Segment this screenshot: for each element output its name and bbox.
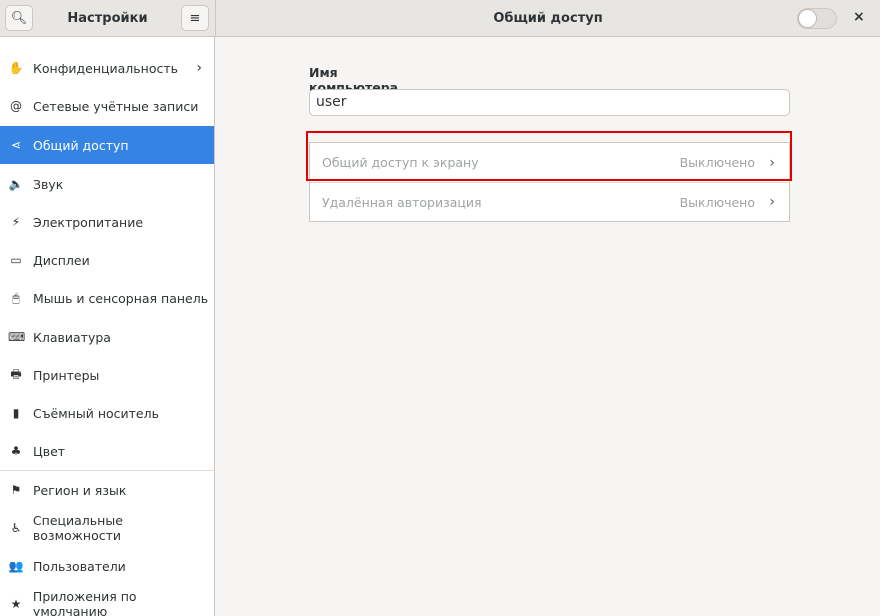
- sidebar-item-label: Приложения по умолчанию: [33, 589, 214, 616]
- sidebar-icon: ▮: [8, 406, 24, 420]
- sharing-toggle[interactable]: [797, 8, 837, 29]
- sidebar-item[interactable]: ♿ Специальные возможности: [0, 509, 214, 547]
- sidebar-item[interactable]: 🖶 Принтеры: [0, 356, 214, 394]
- page-title: Общий доступ: [216, 0, 880, 37]
- sidebar-item-label: Мышь и сенсорная панель: [33, 291, 208, 306]
- sidebar-item[interactable]: 👥 Пользователи: [0, 547, 214, 585]
- sidebar-item-label: Регион и язык: [33, 483, 126, 498]
- sidebar-icon: ⋖: [8, 138, 24, 152]
- sidebar-icon: ✋: [8, 61, 24, 75]
- sidebar-item[interactable]: ★ Приложения по умолчанию: [0, 585, 214, 616]
- sidebar-item[interactable]: 🖱 Мышь и сенсорная панель: [0, 279, 214, 317]
- sidebar-icon: ★: [8, 597, 24, 611]
- sidebar-item[interactable]: @ Сетевые учётные записи: [0, 87, 214, 125]
- computer-name-input[interactable]: user: [309, 89, 790, 116]
- sidebar-item[interactable]: ⚡ Электропитание: [0, 203, 214, 241]
- sidebar-item-label: Принтеры: [33, 368, 99, 383]
- row-status: Выключено: [680, 195, 755, 210]
- sidebar-icon: 🔈: [8, 177, 24, 191]
- search-button[interactable]: 🔍︎: [5, 5, 33, 31]
- sidebar-icon: ⚡: [8, 215, 24, 229]
- menu-icon: ≡: [190, 11, 201, 26]
- sidebar-item[interactable]: ⋖ Общий доступ: [0, 126, 214, 164]
- sidebar-icon: ⚑: [8, 483, 24, 497]
- sidebar-item[interactable]: ⌨ Клавиатура: [0, 318, 214, 356]
- sidebar-item-label: Пользователи: [33, 559, 126, 574]
- search-icon: 🔍︎: [11, 11, 28, 26]
- sidebar-item-label: Специальные возможности: [33, 513, 214, 543]
- sidebar-item-label: Клавиатура: [33, 330, 111, 345]
- sidebar-icon: 🖶: [8, 365, 24, 386]
- header-bar: 🔍︎ Настройки ≡ Общий доступ ×: [0, 0, 880, 37]
- sidebar: ✋ Конфиденциальность › @ Сетевые учётные зап…: [0, 37, 215, 616]
- sidebar-icon: @: [8, 99, 24, 113]
- close-button[interactable]: ×: [853, 9, 865, 25]
- remote-login-row[interactable]: Удалённая авторизация Выключено ›: [310, 182, 789, 221]
- sidebar-icon: ♣: [8, 444, 24, 458]
- sidebar-item-label: Конфиденциальность: [33, 61, 178, 76]
- sidebar-icon: 👥: [8, 559, 24, 573]
- sidebar-item[interactable]: 🔈 Звук: [0, 165, 214, 203]
- sidebar-item[interactable]: ▭ Дисплеи: [0, 241, 214, 279]
- chevron-right-icon: ›: [769, 194, 775, 210]
- sidebar-icon: ♿: [8, 521, 24, 535]
- sidebar-item-label: Съёмный носитель: [33, 406, 159, 421]
- sidebar-icon: ▭: [8, 253, 24, 267]
- sidebar-item-label: Общий доступ: [33, 138, 129, 153]
- sidebar-item[interactable]: ♣ Цвет: [0, 432, 214, 470]
- menu-button[interactable]: ≡: [181, 5, 209, 31]
- sidebar-icon: ⌨: [8, 330, 24, 344]
- sidebar-item[interactable]: ▮ Съёмный носитель: [0, 394, 214, 432]
- sidebar-item-label: Дисплеи: [33, 253, 90, 268]
- sidebar-item[interactable]: ✋ Конфиденциальность ›: [0, 49, 214, 87]
- row-label: Удалённая авторизация: [322, 195, 482, 210]
- highlight-box: [306, 131, 792, 181]
- sidebar-item-label: Сетевые учётные записи: [33, 99, 198, 114]
- sidebar-item[interactable]: ⚑ Регион и язык: [0, 471, 214, 509]
- sidebar-item-label: Электропитание: [33, 215, 143, 230]
- sidebar-divider: [0, 470, 214, 471]
- sidebar-icon: 🖱: [8, 291, 24, 306]
- app-title: Настройки: [40, 0, 175, 37]
- toggle-knob: [798, 9, 817, 28]
- chevron-right-icon: ›: [196, 60, 202, 76]
- sidebar-item-label: Цвет: [33, 444, 65, 459]
- sidebar-item-label: Звук: [33, 177, 63, 192]
